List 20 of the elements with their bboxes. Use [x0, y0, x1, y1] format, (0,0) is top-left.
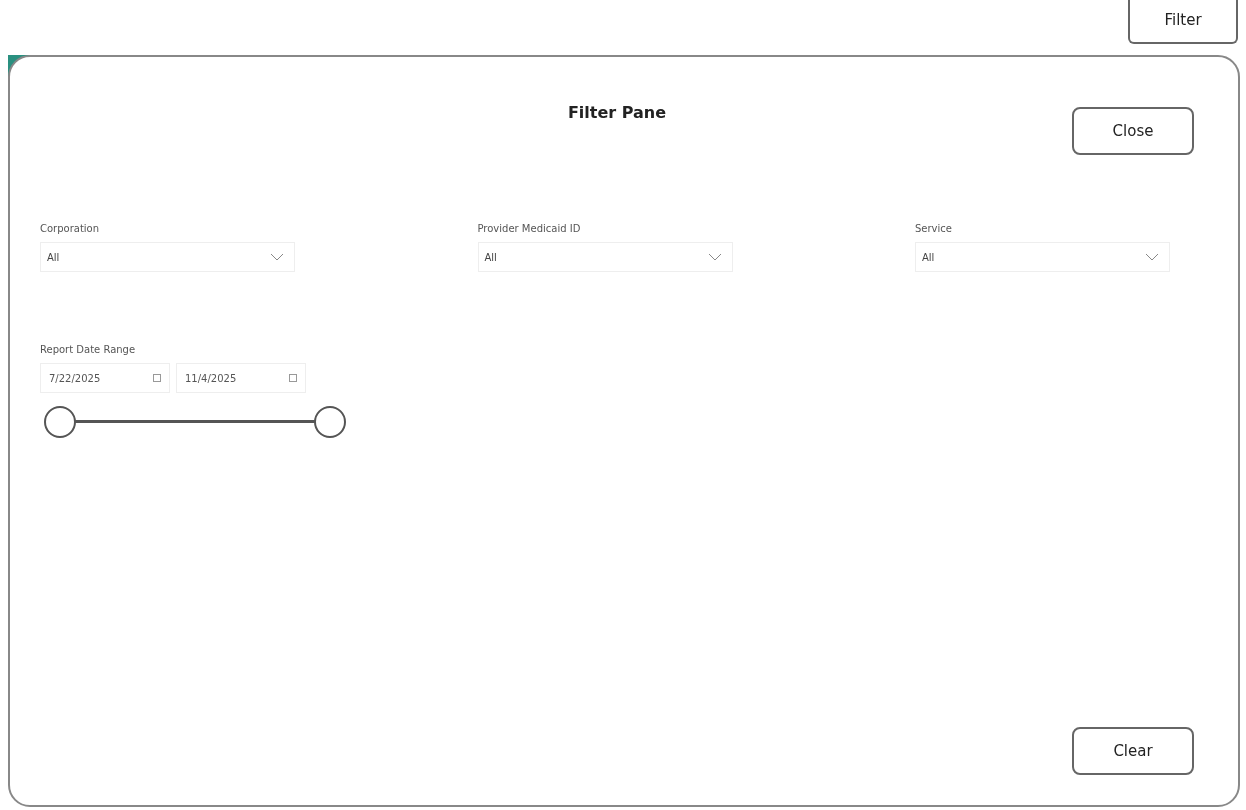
field-label: Corporation [40, 223, 101, 234]
chevron-down-icon [1145, 253, 1159, 261]
field-label: Service [915, 223, 953, 234]
close-button[interactable]: Close [1072, 107, 1194, 155]
filter-button[interactable]: Filter [1128, 0, 1238, 44]
dropdown[interactable]: All [477, 242, 733, 272]
chevron-down-icon [270, 253, 284, 261]
dropdown[interactable]: All [915, 242, 1170, 272]
date-field[interactable]: 7/22/2025 [40, 363, 170, 393]
slider-handle[interactable] [44, 406, 76, 438]
field-label: Provider Medicaid ID [477, 223, 582, 234]
calendar-icon [153, 374, 161, 382]
slider-handle[interactable] [314, 406, 346, 438]
calendar-icon [289, 374, 297, 382]
pane-title: Filter Pane [567, 103, 667, 122]
clear-button[interactable]: Clear [1072, 727, 1194, 775]
date-field[interactable]: 11/4/2025 [176, 363, 306, 393]
field-label: Report Date Range [40, 344, 137, 355]
dropdown[interactable]: All [40, 242, 295, 272]
chevron-down-icon [707, 253, 722, 261]
